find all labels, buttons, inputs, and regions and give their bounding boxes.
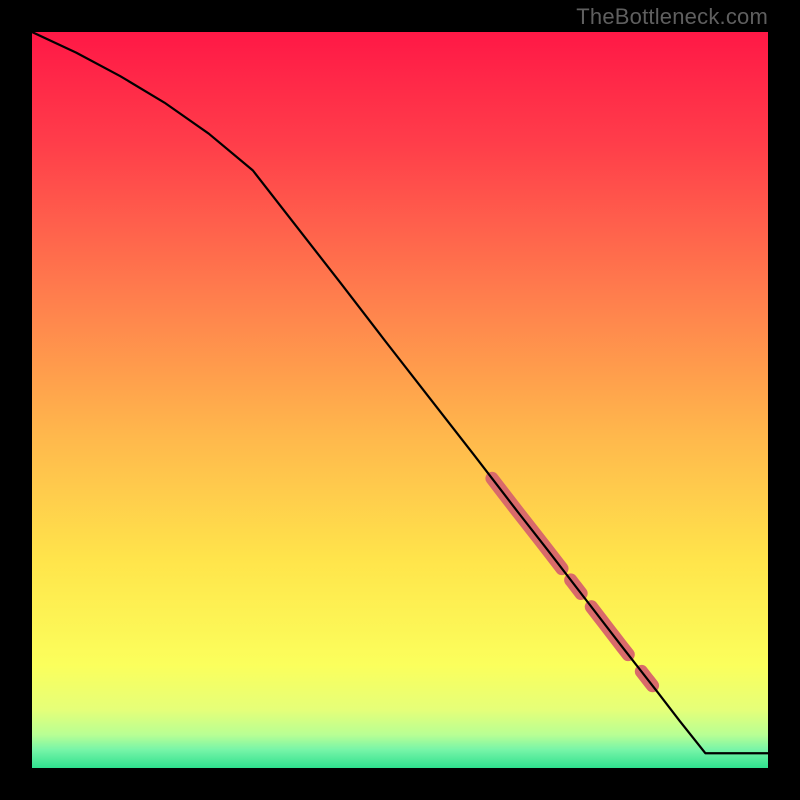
plot-area	[32, 32, 768, 768]
curve-line	[32, 32, 768, 753]
attribution-watermark: TheBottleneck.com	[576, 4, 768, 30]
chart-root: TheBottleneck.com	[0, 0, 800, 800]
line-layer	[32, 32, 768, 768]
